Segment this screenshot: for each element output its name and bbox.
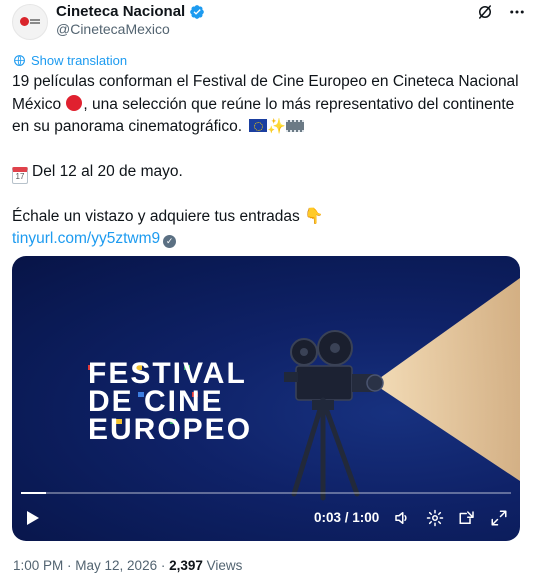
settings-gear-icon[interactable] — [426, 509, 444, 527]
video-player[interactable]: FESTIVAL DE CINE EUROPEO 0:03 / 1:00 — [12, 256, 520, 541]
tweet-time[interactable]: 1:00 PM — [13, 558, 63, 573]
pointing-down-emoji-icon: 👇 — [304, 207, 324, 225]
festival-title: FESTIVAL DE CINE EUROPEO — [88, 357, 253, 446]
check-mark-emoji-icon: ✓ — [163, 235, 177, 248]
video-controls: 0:03 / 1:00 — [12, 504, 520, 532]
views-label: Views — [206, 558, 243, 573]
calendar-emoji-icon: 17 — [12, 166, 28, 184]
tweet-paragraph-1: 19 películas conforman el Festival de Ci… — [12, 73, 519, 135]
tweet-date[interactable]: May 12, 2026 — [75, 558, 157, 573]
play-icon[interactable] — [26, 510, 40, 526]
tweet-text: 19 películas conforman el Festival de Ci… — [12, 71, 528, 251]
author-display-name[interactable]: Cineteca Nacional — [56, 3, 185, 20]
top-actions — [476, 3, 526, 21]
avatar[interactable] — [12, 4, 48, 40]
tweet-meta: 1:00 PM · May 12, 2026 · 2,397 Views — [13, 558, 243, 573]
author-name-row: Cineteca Nacional — [56, 3, 205, 20]
author-handle[interactable]: @CinetecaMexico — [56, 21, 170, 37]
projector-light-beam — [380, 278, 520, 481]
red-circle-emoji-icon — [66, 94, 83, 111]
verified-badge-icon — [190, 4, 205, 19]
festival-title-line-2: DE CINE — [88, 385, 224, 418]
tweet-paragraph-dates: 17 Del 12 al 20 de mayo. — [12, 161, 528, 184]
film-camera-icon — [284, 330, 384, 501]
festival-title-line-1: FESTIVAL — [88, 357, 247, 390]
more-options-icon[interactable] — [508, 3, 526, 21]
tweet-link-row: tinyurl.com/yy5ztwm9 ✓ — [12, 228, 528, 251]
sparkles-emoji-icon: ✨ — [267, 118, 287, 135]
grok-icon[interactable] — [476, 3, 494, 21]
cineteca-logo-icon — [20, 16, 40, 28]
translate-icon — [14, 55, 25, 66]
tweet-link[interactable]: tinyurl.com/yy5ztwm9 — [12, 230, 160, 247]
tweet-paragraph-cta: Échale un vistazo y adquiere tus entrada… — [12, 207, 324, 225]
film-frames-emoji-icon — [286, 120, 305, 132]
show-translation-link[interactable]: Show translation — [13, 53, 127, 68]
views-count: 2,397 — [169, 558, 203, 573]
festival-title-line-3: EUROPEO — [88, 413, 253, 446]
video-progress-bar[interactable] — [21, 492, 511, 494]
show-translation-label: Show translation — [31, 53, 128, 68]
picture-in-picture-icon[interactable] — [458, 509, 476, 527]
video-progress-fill — [21, 492, 46, 494]
video-time-display: 0:03 / 1:00 — [314, 510, 380, 525]
volume-icon[interactable] — [393, 509, 411, 527]
fullscreen-icon[interactable] — [490, 509, 508, 527]
eu-flag-emoji-icon — [249, 119, 268, 132]
